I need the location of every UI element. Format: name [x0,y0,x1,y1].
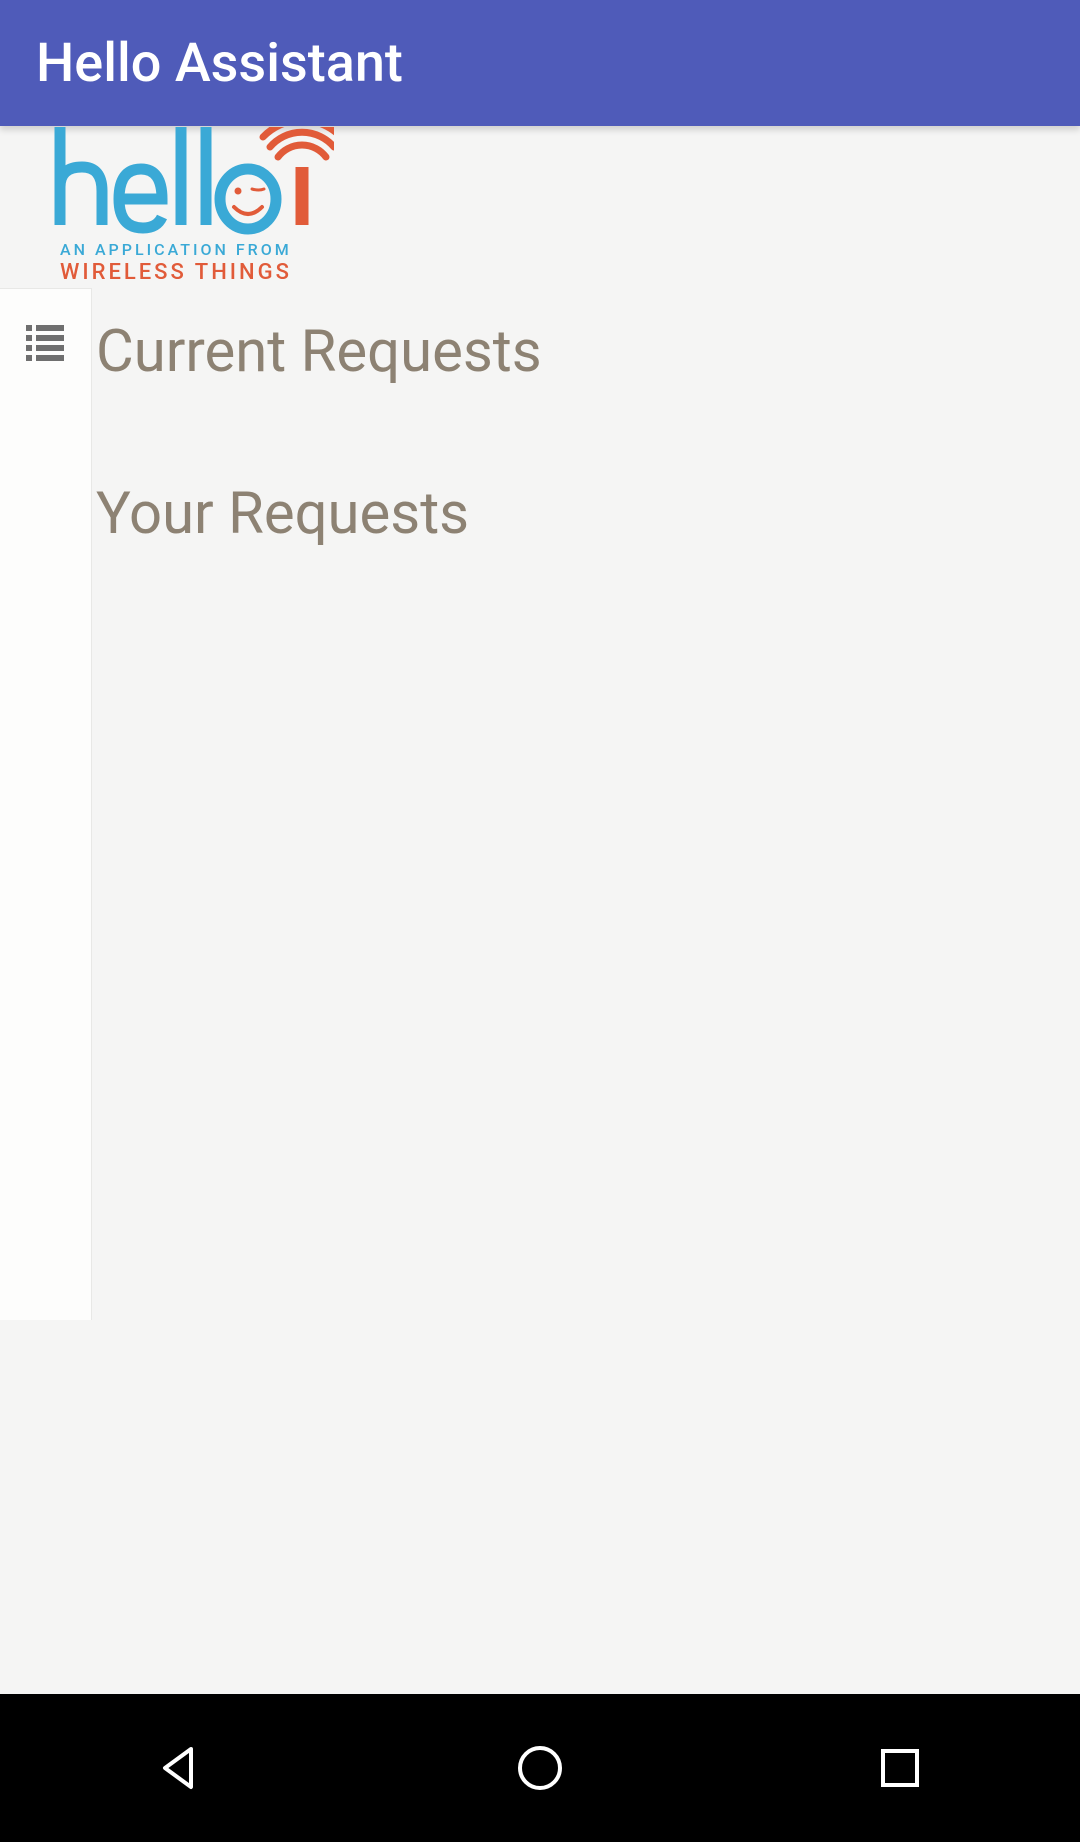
logo-area: AN APPLICATION FROM WIRELESS THINGS [0,126,1080,288]
current-requests-heading: Current Requests [92,318,1080,386]
back-icon[interactable] [155,1743,205,1793]
navigation-bar [0,1694,1080,1842]
hello-logo: AN APPLICATION FROM WIRELESS THINGS [54,127,334,287]
recent-icon[interactable] [875,1743,925,1793]
logo-tagline-2: WIRELESS THINGS [60,260,292,285]
logo-tagline-1: AN APPLICATION FROM [60,240,292,259]
your-requests-heading: Your Requests [92,480,1080,548]
app-bar: Hello Assistant [0,0,1080,126]
list-icon[interactable] [26,325,66,361]
home-icon[interactable] [515,1743,565,1793]
sidebar [0,288,92,1320]
content-area: AN APPLICATION FROM WIRELESS THINGS Curr… [0,126,1080,548]
main-content: Current Requests Your Requests [92,288,1080,548]
app-title: Hello Assistant [36,32,403,95]
